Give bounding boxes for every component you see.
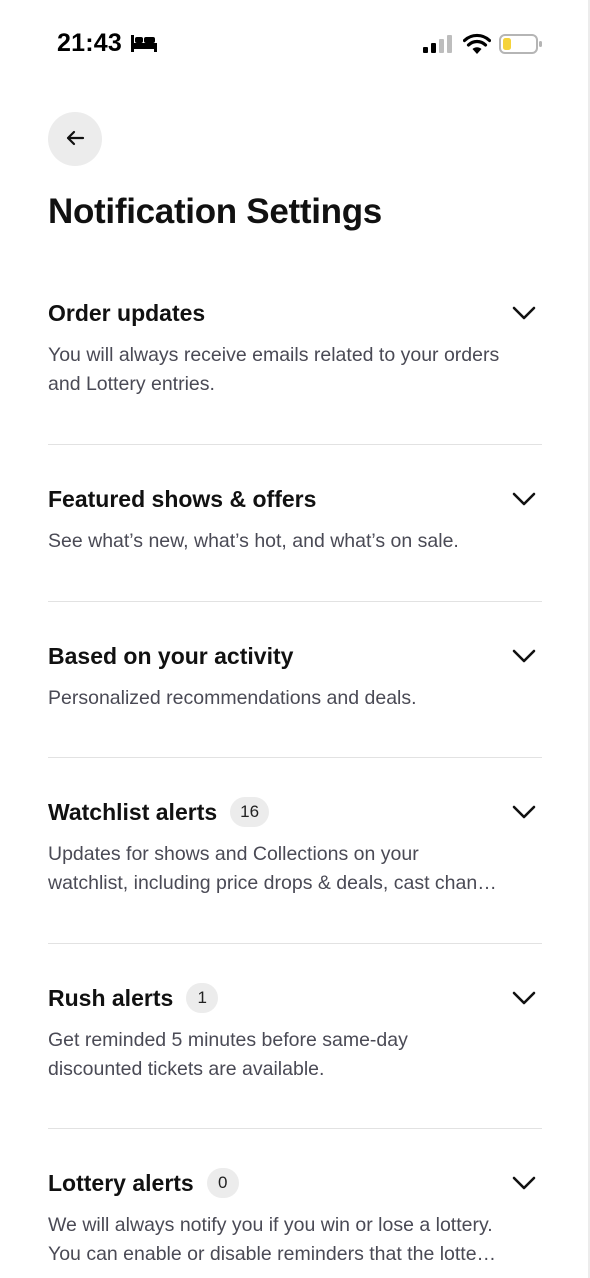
- back-button[interactable]: [48, 112, 102, 166]
- setting-title: Rush alerts: [48, 984, 174, 1011]
- bed-icon: [130, 33, 158, 58]
- setting-title: Featured shows & offers: [48, 485, 317, 512]
- setting-title: Based on your activity: [48, 642, 294, 669]
- cellular-signal-icon: [423, 34, 453, 59]
- setting-description: See what’s new, what’s hot, and what’s o…: [48, 530, 459, 552]
- count-badge: 1: [186, 983, 219, 1013]
- setting-based-on-activity[interactable]: Based on your activity Personalized reco…: [48, 602, 542, 758]
- setting-title: Lottery alerts: [48, 1169, 194, 1196]
- page-title: Notification Settings: [48, 192, 382, 231]
- settings-list: Order updates You will always receive em…: [48, 285, 542, 1278]
- setting-featured-shows-offers[interactable]: Featured shows & offers See what’s new, …: [48, 445, 542, 602]
- status-time: 21:43: [57, 29, 122, 57]
- setting-order-updates[interactable]: Order updates You will always receive em…: [48, 285, 542, 445]
- setting-watchlist-alerts[interactable]: Watchlist alerts 16 Updates for shows an…: [48, 758, 542, 944]
- setting-description: Personalized recommendations and deals.: [48, 687, 417, 709]
- setting-title: Watchlist alerts: [48, 798, 218, 825]
- setting-title: Order updates: [48, 299, 206, 326]
- setting-lottery-alerts[interactable]: Lottery alerts 0 We will always notify y…: [48, 1129, 542, 1278]
- arrow-left-icon: [65, 130, 85, 149]
- battery-icon: [499, 34, 543, 59]
- wifi-icon: [462, 33, 492, 60]
- setting-rush-alerts[interactable]: Rush alerts 1 Get reminded 5 minutes bef…: [48, 944, 542, 1129]
- setting-description: Get reminded 5 minutes before same-day d…: [48, 1029, 408, 1080]
- chevron-down-icon[interactable]: [510, 644, 538, 668]
- count-badge: 0: [206, 1168, 239, 1198]
- setting-description: You will always receive emails related t…: [48, 344, 500, 395]
- setting-description: Updates for shows and Collections on you…: [48, 843, 497, 894]
- setting-description: We will always notify you if you win or …: [48, 1214, 497, 1265]
- count-badge: 16: [230, 797, 270, 827]
- status-bar: 21:43: [0, 0, 590, 90]
- notification-settings-screen: 21:43 Notification Settings Order update…: [0, 0, 590, 1278]
- chevron-down-icon[interactable]: [510, 1171, 538, 1195]
- chevron-down-icon[interactable]: [510, 487, 538, 511]
- chevron-down-icon[interactable]: [510, 986, 538, 1010]
- chevron-down-icon[interactable]: [510, 301, 538, 325]
- chevron-down-icon[interactable]: [510, 800, 538, 824]
